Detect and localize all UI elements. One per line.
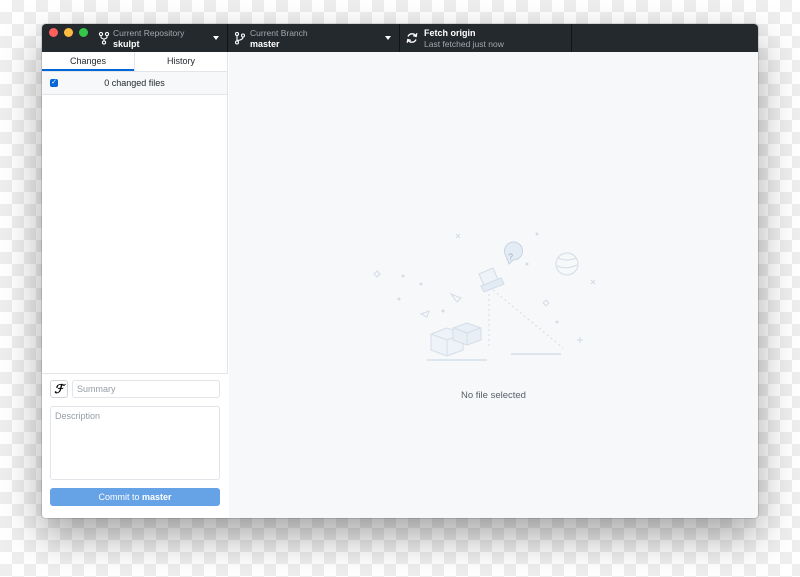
diff-view: ? No file selected [229,52,758,518]
commit-panel: ℱ Commit to master [42,373,228,518]
git-branch-icon [234,31,246,45]
avatar: ℱ [50,380,68,398]
sidebar-tabs: Changes History [42,52,227,72]
changed-files-count: 0 changed files [104,78,165,88]
minimize-window-button[interactable] [64,28,73,37]
branch-dropdown-icon [385,36,391,40]
sync-icon [406,33,418,43]
toolbar: Current Repository skulpt Current Branch… [42,24,758,52]
branch-text: Current Branch master [250,28,308,49]
zoom-window-button[interactable] [79,28,88,37]
sidebar: Changes History ✓ 0 changed files ℱ Comm… [42,52,228,518]
repository-name: skulpt [113,39,140,49]
commit-button-prefix: Commit to [98,492,142,502]
close-window-button[interactable] [49,28,58,37]
tab-history[interactable]: History [134,52,227,71]
commit-button-branch: master [141,492,172,502]
branch-name: master [250,39,280,49]
tab-changes[interactable]: Changes [42,52,134,71]
fetch-label: Fetch origin [424,28,476,38]
repository-selector[interactable]: Current Repository skulpt [42,24,228,52]
summary-input[interactable] [72,380,220,398]
fetch-status: Last fetched just now [424,39,504,49]
empty-state-illustration: ? [373,232,596,361]
fetch-origin-button[interactable]: Fetch origin Last fetched just now [400,24,572,52]
repo-icon [98,31,110,45]
branch-label: Current Branch [250,28,308,38]
empty-state-text: No file selected [461,390,526,401]
fetch-text: Fetch origin Last fetched just now [424,28,504,49]
repository-text: Current Repository skulpt [113,28,184,49]
repository-dropdown-icon [213,36,219,40]
window-controls [49,28,88,37]
repository-label: Current Repository [113,28,185,38]
changes-header: ✓ 0 changed files [42,72,227,95]
branch-selector[interactable]: Current Branch master [228,24,400,52]
description-input[interactable] [50,406,220,480]
app-window: Current Repository skulpt Current Branch… [42,24,758,518]
svg-text:?: ? [508,252,513,262]
commit-button[interactable]: Commit to master [50,488,220,506]
